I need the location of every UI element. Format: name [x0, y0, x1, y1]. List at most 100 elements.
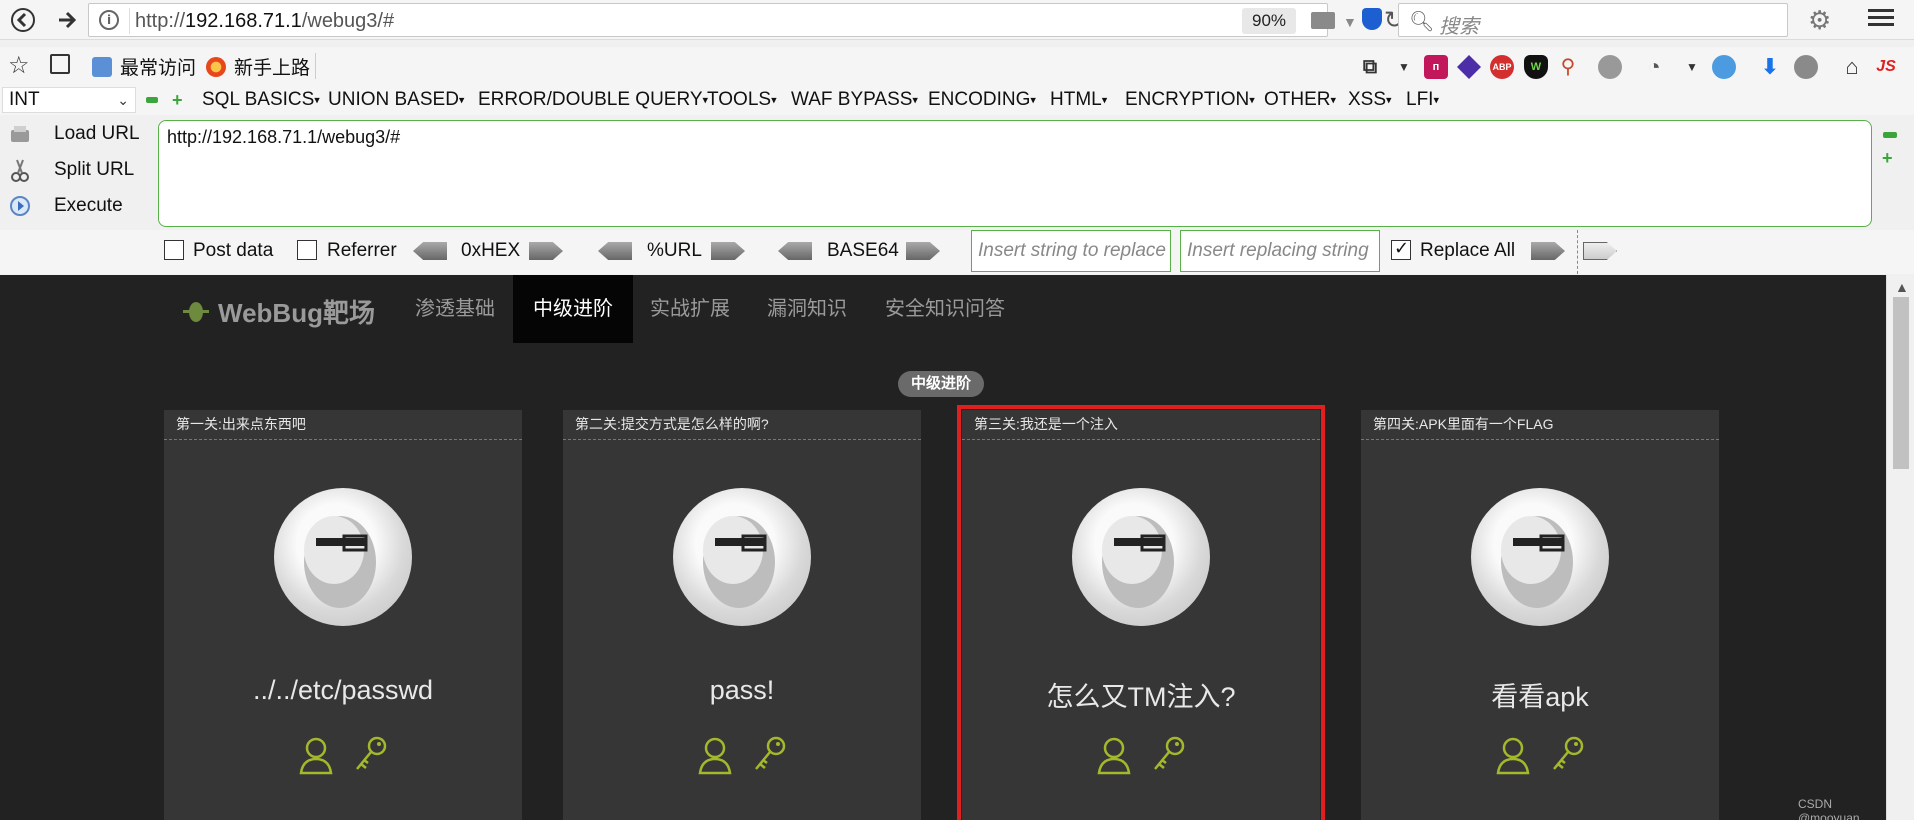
replace-string-input[interactable]: Insert string to replace: [971, 230, 1171, 272]
avatar: [1072, 488, 1210, 626]
hex-decode-arrow-icon[interactable]: [413, 242, 447, 260]
challenge-card-3[interactable]: 第三关:我还是一个注入 怎么又TM注入?: [957, 405, 1325, 820]
browser-toolbar: i http://192.168.71.1/webug3/# 90% ▼ ↻ 🔍…: [0, 0, 1914, 40]
zoom-level[interactable]: 90%: [1242, 8, 1296, 34]
minus-icon[interactable]: [1883, 132, 1897, 138]
download-icon[interactable]: ⬇: [1758, 55, 1782, 79]
bookmark-divider: [315, 53, 316, 79]
hamburger-menu-icon[interactable]: [1868, 6, 1894, 30]
sync-tabs-icon[interactable]: ⧉: [1358, 55, 1382, 79]
chevron-down-icon[interactable]: ▼: [1392, 55, 1416, 79]
menu-tools[interactable]: TOOLS▾: [707, 89, 777, 111]
adblock-icon[interactable]: ABP: [1490, 55, 1514, 79]
menu-union-based[interactable]: UNION BASED▾: [328, 89, 464, 111]
challenge-card-2[interactable]: 第二关:提交方式是怎么样的啊? pass!: [563, 410, 921, 820]
nav-item-security-qa[interactable]: 安全知识问答: [865, 275, 1025, 343]
card-title: 第四关:APK里面有一个FLAG: [1361, 410, 1719, 440]
user-icon[interactable]: [1495, 735, 1531, 775]
avatar: [673, 488, 811, 626]
play-icon: [8, 194, 32, 218]
chevron-down-icon[interactable]: ▼: [1680, 55, 1704, 79]
bookmark-most-visited[interactable]: 最常访问: [92, 53, 196, 80]
diamond-addon-icon[interactable]: [1457, 55, 1481, 79]
url-decode-arrow-icon[interactable]: [598, 242, 632, 260]
replace-execute-arrow-icon[interactable]: [1583, 242, 1617, 260]
url-encode-arrow-icon[interactable]: [711, 242, 745, 260]
menu-error-double-query[interactable]: ERROR/DOUBLE QUERY▾: [478, 89, 708, 111]
menu-other[interactable]: OTHER▾: [1264, 89, 1336, 111]
execute-button[interactable]: Execute: [8, 190, 123, 222]
replacing-string-input[interactable]: Insert replacing string: [1180, 230, 1380, 272]
menu-lfi[interactable]: LFI▾: [1406, 89, 1439, 111]
gear-icon[interactable]: ⚙: [1808, 5, 1831, 36]
referrer-checkbox[interactable]: [297, 240, 317, 260]
chevron-down-icon[interactable]: ▼: [1343, 14, 1357, 30]
base64-encode-arrow-icon[interactable]: [906, 242, 940, 260]
menu-xss[interactable]: XSS▾: [1348, 89, 1392, 111]
scroll-up-icon[interactable]: ▲: [1895, 279, 1909, 295]
menu-encryption[interactable]: ENCRYPTION▾: [1125, 89, 1255, 111]
magnifier-addon-icon[interactable]: ⚲: [1556, 55, 1580, 79]
search-icon: 🔍︎: [1409, 11, 1435, 33]
menu-html[interactable]: HTML▾: [1050, 89, 1107, 111]
site-logo[interactable]: WebBug靶场: [182, 293, 375, 330]
key-icon[interactable]: [751, 735, 787, 775]
key-icon[interactable]: [352, 735, 388, 775]
page-scrollbar[interactable]: ▲: [1886, 275, 1914, 820]
scrollbar-thumb[interactable]: [1893, 297, 1909, 469]
network-icon[interactable]: [1311, 12, 1335, 29]
card-actions: [962, 735, 1320, 775]
hackbar-addon-icon[interactable]: п: [1424, 55, 1448, 79]
address-url[interactable]: http://192.168.71.1/webug3/#: [135, 10, 394, 33]
challenge-card-4[interactable]: 第四关:APK里面有一个FLAG 看看apk: [1361, 410, 1719, 820]
globe-addon-icon[interactable]: [1598, 55, 1622, 79]
back-button[interactable]: [6, 4, 40, 36]
hackbar-url-textarea[interactable]: http://192.168.71.1/webug3/#: [158, 120, 1872, 227]
nav-item-practice[interactable]: 实战扩展: [630, 275, 750, 343]
search-input[interactable]: 🔍︎ 搜索: [1398, 3, 1788, 38]
nav-item-intermediate[interactable]: 中级进阶: [513, 275, 633, 343]
plus-icon[interactable]: +: [172, 91, 183, 109]
key-icon[interactable]: [1549, 735, 1585, 775]
menu-encoding[interactable]: ENCODING▾: [928, 89, 1036, 111]
search-placeholder: 搜索: [1439, 16, 1479, 38]
forward-arrow-icon: [59, 11, 77, 29]
translate-icon[interactable]: [1712, 55, 1736, 79]
user-icon[interactable]: [1096, 735, 1132, 775]
load-url-button[interactable]: Load URL: [8, 118, 140, 150]
address-bar[interactable]: i http://192.168.71.1/webug3/# 90% ▼ ↻: [88, 3, 1404, 37]
section-badge: 中级进阶: [898, 371, 984, 397]
challenge-card-1[interactable]: 第一关:出来点东西吧 ../../etc/passwd: [164, 410, 522, 820]
home-icon[interactable]: ⌂: [1840, 55, 1864, 79]
menu-sql-basics[interactable]: SQL BASICS▾: [202, 89, 320, 111]
replace-all-checkbox[interactable]: [1391, 238, 1411, 260]
split-url-button[interactable]: Split URL: [8, 154, 134, 186]
forward-button[interactable]: [50, 4, 84, 36]
js-toggle-icon[interactable]: JS: [1874, 55, 1898, 79]
replace-arrow-icon[interactable]: [1531, 242, 1565, 260]
split-url-label: Split URL: [54, 159, 135, 180]
nav-item-vuln-knowledge[interactable]: 漏洞知识: [747, 275, 867, 343]
user-icon[interactable]: [298, 735, 334, 775]
palette-icon[interactable]: ◔: [1642, 55, 1666, 79]
bookmark-getting-started[interactable]: 新手上路: [206, 53, 310, 80]
base64-decode-arrow-icon[interactable]: [778, 242, 812, 260]
star-icon[interactable]: ☆: [8, 51, 30, 80]
key-icon[interactable]: [1150, 735, 1186, 775]
minus-icon[interactable]: [146, 97, 158, 103]
site-info-icon[interactable]: i: [99, 10, 119, 30]
user-icon[interactable]: [697, 735, 733, 775]
menu-waf-bypass[interactable]: WAF BYPASS▾: [791, 89, 918, 111]
replace-all-label: Replace All: [1420, 240, 1516, 261]
hex-encode-arrow-icon[interactable]: [529, 242, 563, 260]
shield-w-icon[interactable]: W: [1524, 55, 1548, 79]
reading-list-icon[interactable]: [50, 54, 70, 74]
account-icon[interactable]: [1794, 55, 1818, 79]
hackbar-options: Post data Referrer 0xHEX %URL BASE64 Ins…: [0, 230, 1914, 274]
watermark: CSDN @mooyuan: [1798, 797, 1860, 820]
hackbar-type-select[interactable]: INT ⌄: [2, 87, 136, 113]
post-data-checkbox[interactable]: [164, 240, 184, 260]
nav-item-basics[interactable]: 渗透基础: [395, 275, 515, 343]
plus-icon[interactable]: +: [1882, 148, 1893, 169]
shield-extension-icon[interactable]: [1362, 8, 1382, 30]
